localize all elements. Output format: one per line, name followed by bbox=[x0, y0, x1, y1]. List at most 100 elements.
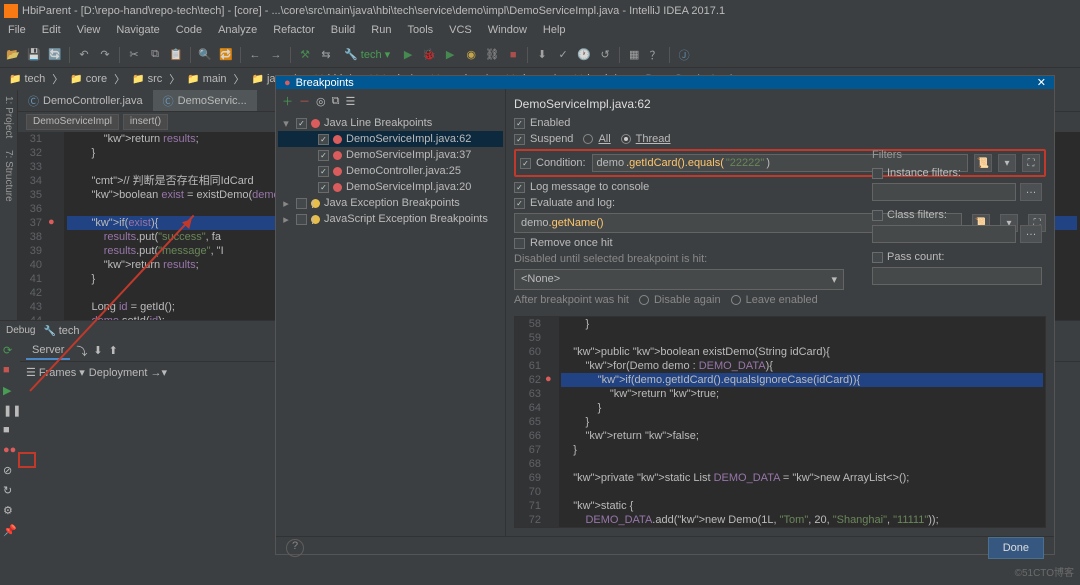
help-icon[interactable]: ? bbox=[286, 539, 304, 557]
tree-cat[interactable]: ▸!Java Exception Breakpoints bbox=[278, 195, 503, 211]
debug-icon[interactable]: 🐞 bbox=[420, 46, 438, 64]
attach-icon[interactable]: ⛓ bbox=[483, 46, 501, 64]
menu-window[interactable]: Window bbox=[484, 22, 531, 42]
mute-icon[interactable]: ⊘ bbox=[3, 464, 17, 478]
bc-item[interactable]: 📁 main bbox=[182, 72, 231, 86]
dialog-titlebar[interactable]: ●Breakpoints ✕ bbox=[276, 76, 1054, 89]
vcs-icon[interactable]: ⬇ bbox=[533, 46, 551, 64]
menu-code[interactable]: Code bbox=[172, 22, 206, 42]
menu-refactor[interactable]: Refactor bbox=[269, 22, 319, 42]
deploy-dd[interactable]: Deployment →▾ bbox=[89, 366, 167, 379]
menu-tools[interactable]: Tools bbox=[403, 22, 437, 42]
back-icon[interactable]: ← bbox=[246, 46, 264, 64]
menu-view[interactable]: View bbox=[73, 22, 105, 42]
rerun-icon[interactable]: ⟳ bbox=[3, 344, 17, 358]
remove-icon[interactable]: － bbox=[299, 93, 310, 109]
crumb-method[interactable]: insert() bbox=[123, 114, 168, 130]
settings-icon[interactable]: ⚙ bbox=[3, 504, 17, 518]
frames-dd[interactable]: ☰ Frames ▾ bbox=[26, 366, 85, 379]
project-tab[interactable]: 1: Project bbox=[1, 90, 16, 144]
revert-icon[interactable]: ↺ bbox=[596, 46, 614, 64]
enabled-check[interactable]: ✓Enabled bbox=[514, 117, 1046, 129]
build-icon[interactable]: ⚒ bbox=[296, 46, 314, 64]
resume-icon[interactable]: ▶ bbox=[3, 384, 17, 398]
menu-analyze[interactable]: Analyze bbox=[214, 22, 261, 42]
save-icon[interactable]: 💾 bbox=[25, 46, 43, 64]
brkpt-icon[interactable]: ●● bbox=[3, 444, 17, 458]
preview-editor[interactable]: 585960616263646566676869707172 ● } "kw">… bbox=[514, 316, 1046, 528]
editor-tab[interactable]: ⒸDemoServic... bbox=[153, 90, 257, 111]
tree-root[interactable]: ▾✓Java Line Breakpoints bbox=[278, 115, 503, 131]
undo-icon[interactable]: ↶ bbox=[75, 46, 93, 64]
cut-icon[interactable]: ✂ bbox=[125, 46, 143, 64]
commit-icon[interactable]: ✓ bbox=[554, 46, 572, 64]
disabled-select[interactable]: <None>▾ bbox=[514, 269, 844, 290]
replace-icon[interactable]: 🔁 bbox=[217, 46, 235, 64]
forward-icon[interactable]: → bbox=[267, 46, 285, 64]
filters-panel: Filters Instance filters: … Class filter… bbox=[872, 149, 1042, 289]
debug-cfg[interactable]: 🔧 tech bbox=[43, 325, 79, 337]
add-icon[interactable]: ＋ bbox=[282, 93, 293, 109]
jr-icon[interactable]: Ⓙ bbox=[675, 46, 693, 64]
copy-icon[interactable]: ⧉ bbox=[146, 46, 164, 64]
tree-cat[interactable]: ▸!JavaScript Exception Breakpoints bbox=[278, 211, 503, 227]
debug-tab[interactable]: Debug bbox=[6, 325, 35, 336]
run-icon[interactable]: ▶ bbox=[399, 46, 417, 64]
menu-edit[interactable]: Edit bbox=[38, 22, 65, 42]
bc-item[interactable]: 📁 core bbox=[65, 72, 112, 86]
coverage-icon[interactable]: ▶ bbox=[441, 46, 459, 64]
menu-vcs[interactable]: VCS bbox=[445, 22, 476, 42]
restore-icon[interactable]: ↻ bbox=[3, 484, 17, 498]
inst-input[interactable] bbox=[872, 183, 1016, 201]
group-icon[interactable]: ⧉ bbox=[332, 95, 340, 108]
pause-icon[interactable]: ❚❚ bbox=[3, 404, 17, 418]
open-icon[interactable]: 📂 bbox=[4, 46, 22, 64]
paste-icon[interactable]: 📋 bbox=[167, 46, 185, 64]
step-over-icon[interactable]: ⤵ bbox=[76, 343, 87, 359]
history-icon[interactable]: 🕐 bbox=[575, 46, 593, 64]
all-radio[interactable]: All bbox=[583, 133, 610, 145]
step-into-icon[interactable]: ⬇ bbox=[93, 344, 102, 357]
disagain-radio[interactable]: Disable again bbox=[639, 294, 721, 306]
leave-radio[interactable]: Leave enabled bbox=[731, 294, 818, 306]
run-config[interactable]: 🔧 tech ▾ bbox=[338, 48, 396, 61]
structure-tab[interactable]: 7: Structure bbox=[1, 144, 16, 208]
stop3-icon[interactable]: ■ bbox=[3, 424, 17, 438]
tree-item[interactable]: ✓DemoServiceImpl.java:20 bbox=[278, 179, 503, 195]
editor-tab[interactable]: ⒸDemoController.java bbox=[18, 90, 153, 111]
redo-icon[interactable]: ↷ bbox=[96, 46, 114, 64]
menu-build[interactable]: Build bbox=[327, 22, 359, 42]
done-button[interactable]: Done bbox=[988, 537, 1044, 559]
menu-navigate[interactable]: Navigate bbox=[112, 22, 163, 42]
profile-icon[interactable]: ◉ bbox=[462, 46, 480, 64]
cls-btn[interactable]: … bbox=[1020, 225, 1042, 243]
find-icon[interactable]: 🔍 bbox=[196, 46, 214, 64]
prev-icon[interactable]: ⇆ bbox=[317, 46, 335, 64]
bc-item[interactable]: 📁 src bbox=[127, 72, 167, 86]
server-tab[interactable]: Server bbox=[26, 342, 70, 360]
pin-icon[interactable]: 📌 bbox=[3, 524, 17, 538]
close-icon[interactable]: ✕ bbox=[1037, 76, 1046, 89]
inst-btn[interactable]: … bbox=[1020, 183, 1042, 201]
menu-file[interactable]: File bbox=[4, 22, 30, 42]
pass-input[interactable] bbox=[872, 267, 1042, 285]
tree-icon[interactable]: ☰ bbox=[345, 95, 355, 108]
step-out-icon[interactable]: ⬆ bbox=[109, 344, 118, 357]
stop2-icon[interactable]: ■ bbox=[3, 364, 17, 378]
help-icon[interactable]: ？ bbox=[646, 46, 664, 64]
tree-item[interactable]: ✓DemoServiceImpl.java:62 bbox=[278, 131, 503, 147]
tree-item[interactable]: ✓DemoController.java:25 bbox=[278, 163, 503, 179]
crumb-class[interactable]: DemoServiceImpl bbox=[26, 114, 119, 130]
bc-item[interactable]: 📁 tech bbox=[4, 72, 50, 86]
target-icon[interactable]: ◎ bbox=[316, 95, 326, 108]
structure-icon[interactable]: ▦ bbox=[625, 46, 643, 64]
condition-check[interactable]: ✓Condition: bbox=[520, 157, 586, 169]
suspend-check[interactable]: ✓Suspend bbox=[514, 133, 573, 145]
stop-icon[interactable]: ■ bbox=[504, 46, 522, 64]
cls-input[interactable] bbox=[872, 225, 1016, 243]
tree-item[interactable]: ✓DemoServiceImpl.java:37 bbox=[278, 147, 503, 163]
thread-radio[interactable]: Thread bbox=[621, 133, 671, 145]
menu-help[interactable]: Help bbox=[539, 22, 570, 42]
sync-icon[interactable]: 🔄 bbox=[46, 46, 64, 64]
menu-run[interactable]: Run bbox=[367, 22, 395, 42]
